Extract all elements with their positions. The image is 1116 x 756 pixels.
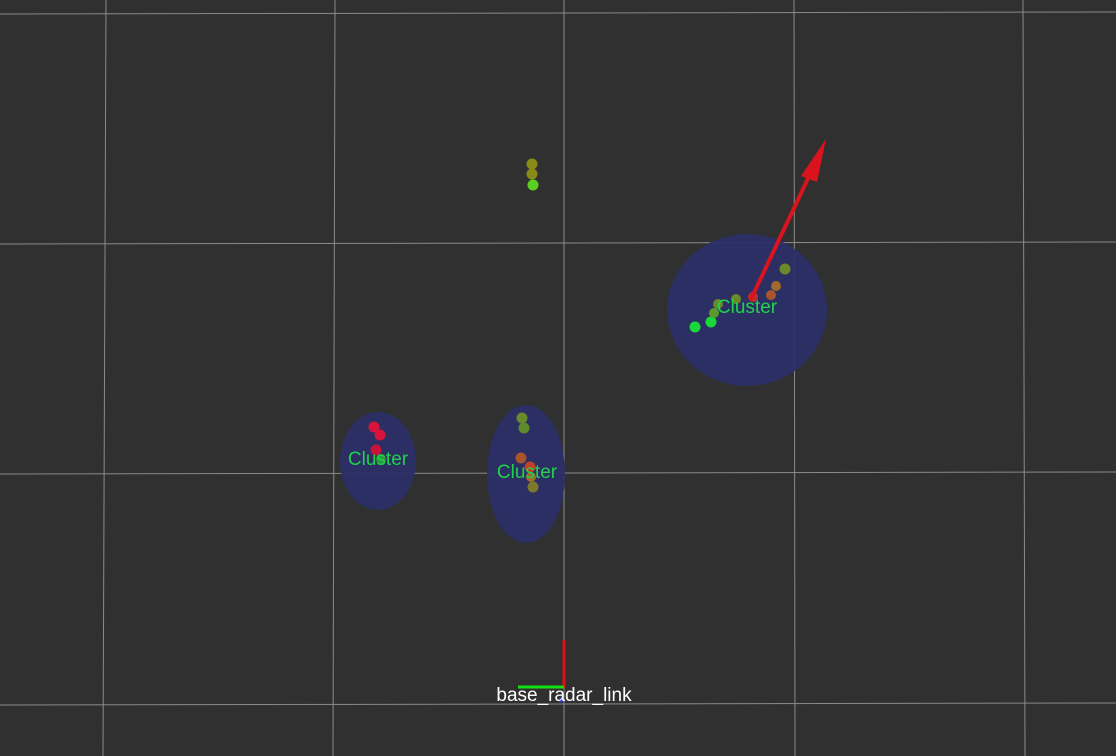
- cluster-label: Cluster: [497, 462, 558, 483]
- cluster-label: Cluster: [348, 449, 409, 470]
- grid-line: [102, 0, 107, 756]
- radar-point: [527, 481, 539, 493]
- grid: [0, 0, 1116, 756]
- radar-point: [705, 316, 717, 328]
- rviz-3d-viewport[interactable]: Cluster Cluster Cluster base_radar_link: [0, 0, 1116, 756]
- cluster-label: Cluster: [717, 297, 778, 318]
- radar-point: [516, 412, 528, 424]
- radar-point: [526, 168, 538, 180]
- radar-point: [526, 158, 538, 170]
- radar-point: [779, 263, 791, 275]
- scene-canvas: Cluster Cluster Cluster base_radar_link: [0, 0, 1116, 756]
- grid-line: [332, 0, 336, 756]
- grid-line: [0, 241, 1116, 245]
- radar-point: [518, 422, 530, 434]
- radar-point: [527, 179, 539, 191]
- radar-point: [771, 281, 781, 291]
- radar-point: [689, 321, 701, 333]
- cluster-ellipses: [340, 234, 827, 543]
- grid-line: [1022, 0, 1026, 756]
- grid-line: [0, 11, 1116, 15]
- grid-line: [793, 0, 796, 756]
- radar-point: [374, 429, 386, 441]
- frame-label: base_radar_link: [496, 685, 632, 706]
